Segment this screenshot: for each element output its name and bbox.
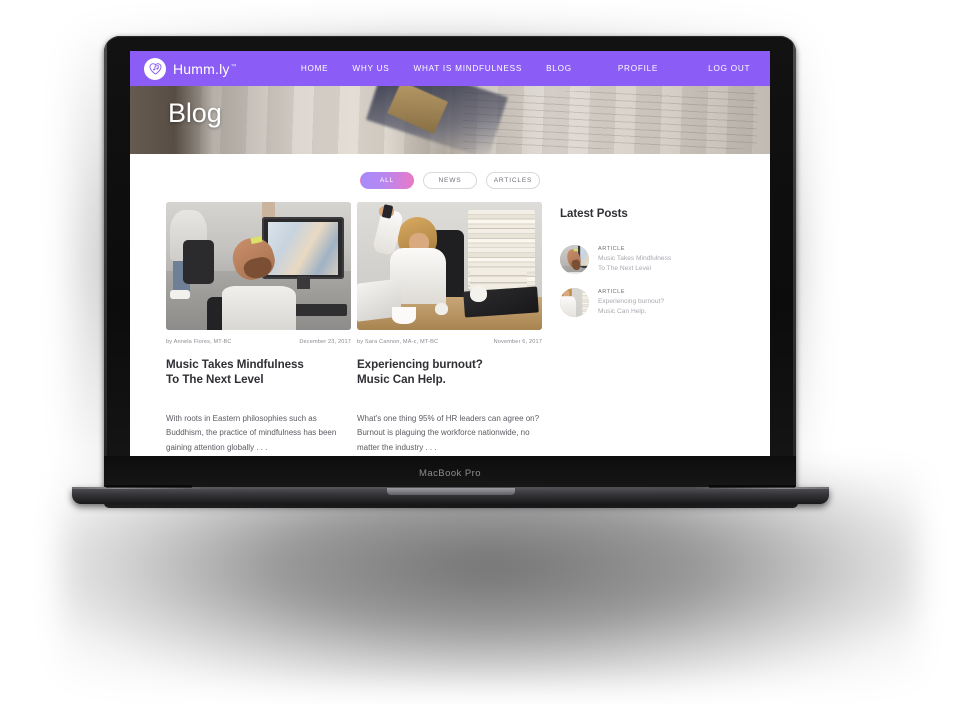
post-image-office-man — [166, 202, 351, 330]
page-title: Blog — [168, 98, 222, 128]
latest-post-kicker: ARTICLE — [598, 289, 626, 295]
post-meta: by Sara Cannon, MA-c, MT-BC November 6, … — [357, 339, 542, 345]
macbook-lid: Humm.ly™ HOME WHY US WHAT IS MINDFULNESS… — [104, 36, 796, 491]
post-thumbnail[interactable] — [166, 202, 351, 330]
device-model-label: MacBook Pro — [419, 468, 481, 479]
nav-item-log-out[interactable]: LOG OUT — [696, 60, 762, 77]
brand-name: Humm.ly™ — [173, 60, 237, 77]
post-title[interactable]: Music Takes Mindfulness To The Next Leve… — [166, 357, 351, 388]
post-title[interactable]: Experiencing burnout? Music Can Help. — [357, 357, 542, 388]
nav-item-home[interactable]: HOME — [289, 60, 341, 77]
post-card-grid: by Annela Flores, MT-BC December 23, 201… — [166, 202, 542, 456]
page-hero: Blog — [130, 86, 770, 154]
nav-links: HOME WHY US WHAT IS MINDFULNESS BLOG PRO… — [289, 60, 762, 77]
website-viewport: Humm.ly™ HOME WHY US WHAT IS MINDFULNESS… — [130, 51, 770, 456]
filter-pill-articles[interactable]: ARTICLES — [486, 172, 540, 189]
post-excerpt: What's one thing 95% of HR leaders can a… — [357, 413, 540, 452]
heart-music-note-icon — [144, 57, 166, 80]
hinge-shadow-right — [709, 485, 795, 488]
nav-item-profile[interactable]: PROFILE — [606, 60, 670, 77]
site-navbar: Humm.ly™ HOME WHY US WHAT IS MINDFULNESS… — [130, 51, 770, 86]
trademark-symbol: ™ — [230, 63, 237, 70]
post-card[interactable]: by Sara Cannon, MA-c, MT-BC November 6, … — [357, 202, 542, 456]
latest-post-title[interactable]: Experiencing burnout? Music Can Help. — [598, 297, 664, 316]
filter-pill-news[interactable]: NEWS — [423, 172, 477, 189]
post-image-stressed-woman — [357, 202, 542, 330]
latest-post-thumbnail — [560, 288, 589, 317]
post-date: November 6, 2017 — [493, 339, 542, 345]
latest-post-text: ARTICLE Music Takes Mindfulness To The N… — [598, 245, 671, 273]
lid-right-edge — [793, 42, 796, 491]
filter-pill-all[interactable]: ALL — [360, 172, 414, 189]
brand-logo[interactable]: Humm.ly™ — [144, 57, 237, 80]
blog-content: by Annela Flores, MT-BC December 23, 201… — [130, 202, 770, 456]
lid-left-edge — [104, 42, 107, 491]
sidebar-heading: Latest Posts — [560, 208, 628, 220]
post-meta: by Annela Flores, MT-BC December 23, 201… — [166, 339, 351, 345]
mockup-stage: Humm.ly™ HOME WHY US WHAT IS MINDFULNESS… — [0, 0, 978, 704]
latest-post-thumbnail — [560, 245, 589, 274]
post-date: December 23, 2017 — [299, 339, 351, 345]
hero-vignette — [130, 86, 770, 154]
latest-posts-sidebar: Latest Posts ARTICLE Music Takes Mindful… — [560, 202, 740, 317]
post-byline: by Annela Flores, MT-BC — [166, 339, 232, 345]
nav-item-blog[interactable]: BLOG — [534, 60, 584, 77]
laptop-chin: MacBook Pro — [104, 456, 796, 491]
latest-post-kicker: ARTICLE — [598, 246, 626, 252]
nav-item-what-is-mindfulness[interactable]: WHAT IS MINDFULNESS — [402, 60, 535, 77]
base-finger-notch — [386, 488, 515, 495]
post-card[interactable]: by Annela Flores, MT-BC December 23, 201… — [166, 202, 351, 456]
macbook-base — [72, 485, 829, 504]
list-item[interactable]: ARTICLE Experiencing burnout? Music Can … — [560, 288, 740, 317]
latest-posts-list: ARTICLE Music Takes Mindfulness To The N… — [560, 245, 740, 317]
latest-post-title[interactable]: Music Takes Mindfulness To The Next Leve… — [598, 254, 671, 273]
hinge-shadow-left — [106, 485, 192, 488]
post-byline: by Sara Cannon, MA-c, MT-BC — [357, 339, 439, 345]
post-excerpt: With roots in Eastern philosophies such … — [166, 413, 337, 452]
list-item[interactable]: ARTICLE Music Takes Mindfulness To The N… — [560, 245, 740, 274]
category-filters: ALL NEWS ARTICLES — [130, 154, 770, 202]
latest-post-text: ARTICLE Experiencing burnout? Music Can … — [598, 288, 664, 316]
post-thumbnail[interactable] — [357, 202, 542, 330]
laptop-screen: Humm.ly™ HOME WHY US WHAT IS MINDFULNESS… — [130, 51, 770, 456]
nav-item-why-us[interactable]: WHY US — [340, 60, 401, 77]
